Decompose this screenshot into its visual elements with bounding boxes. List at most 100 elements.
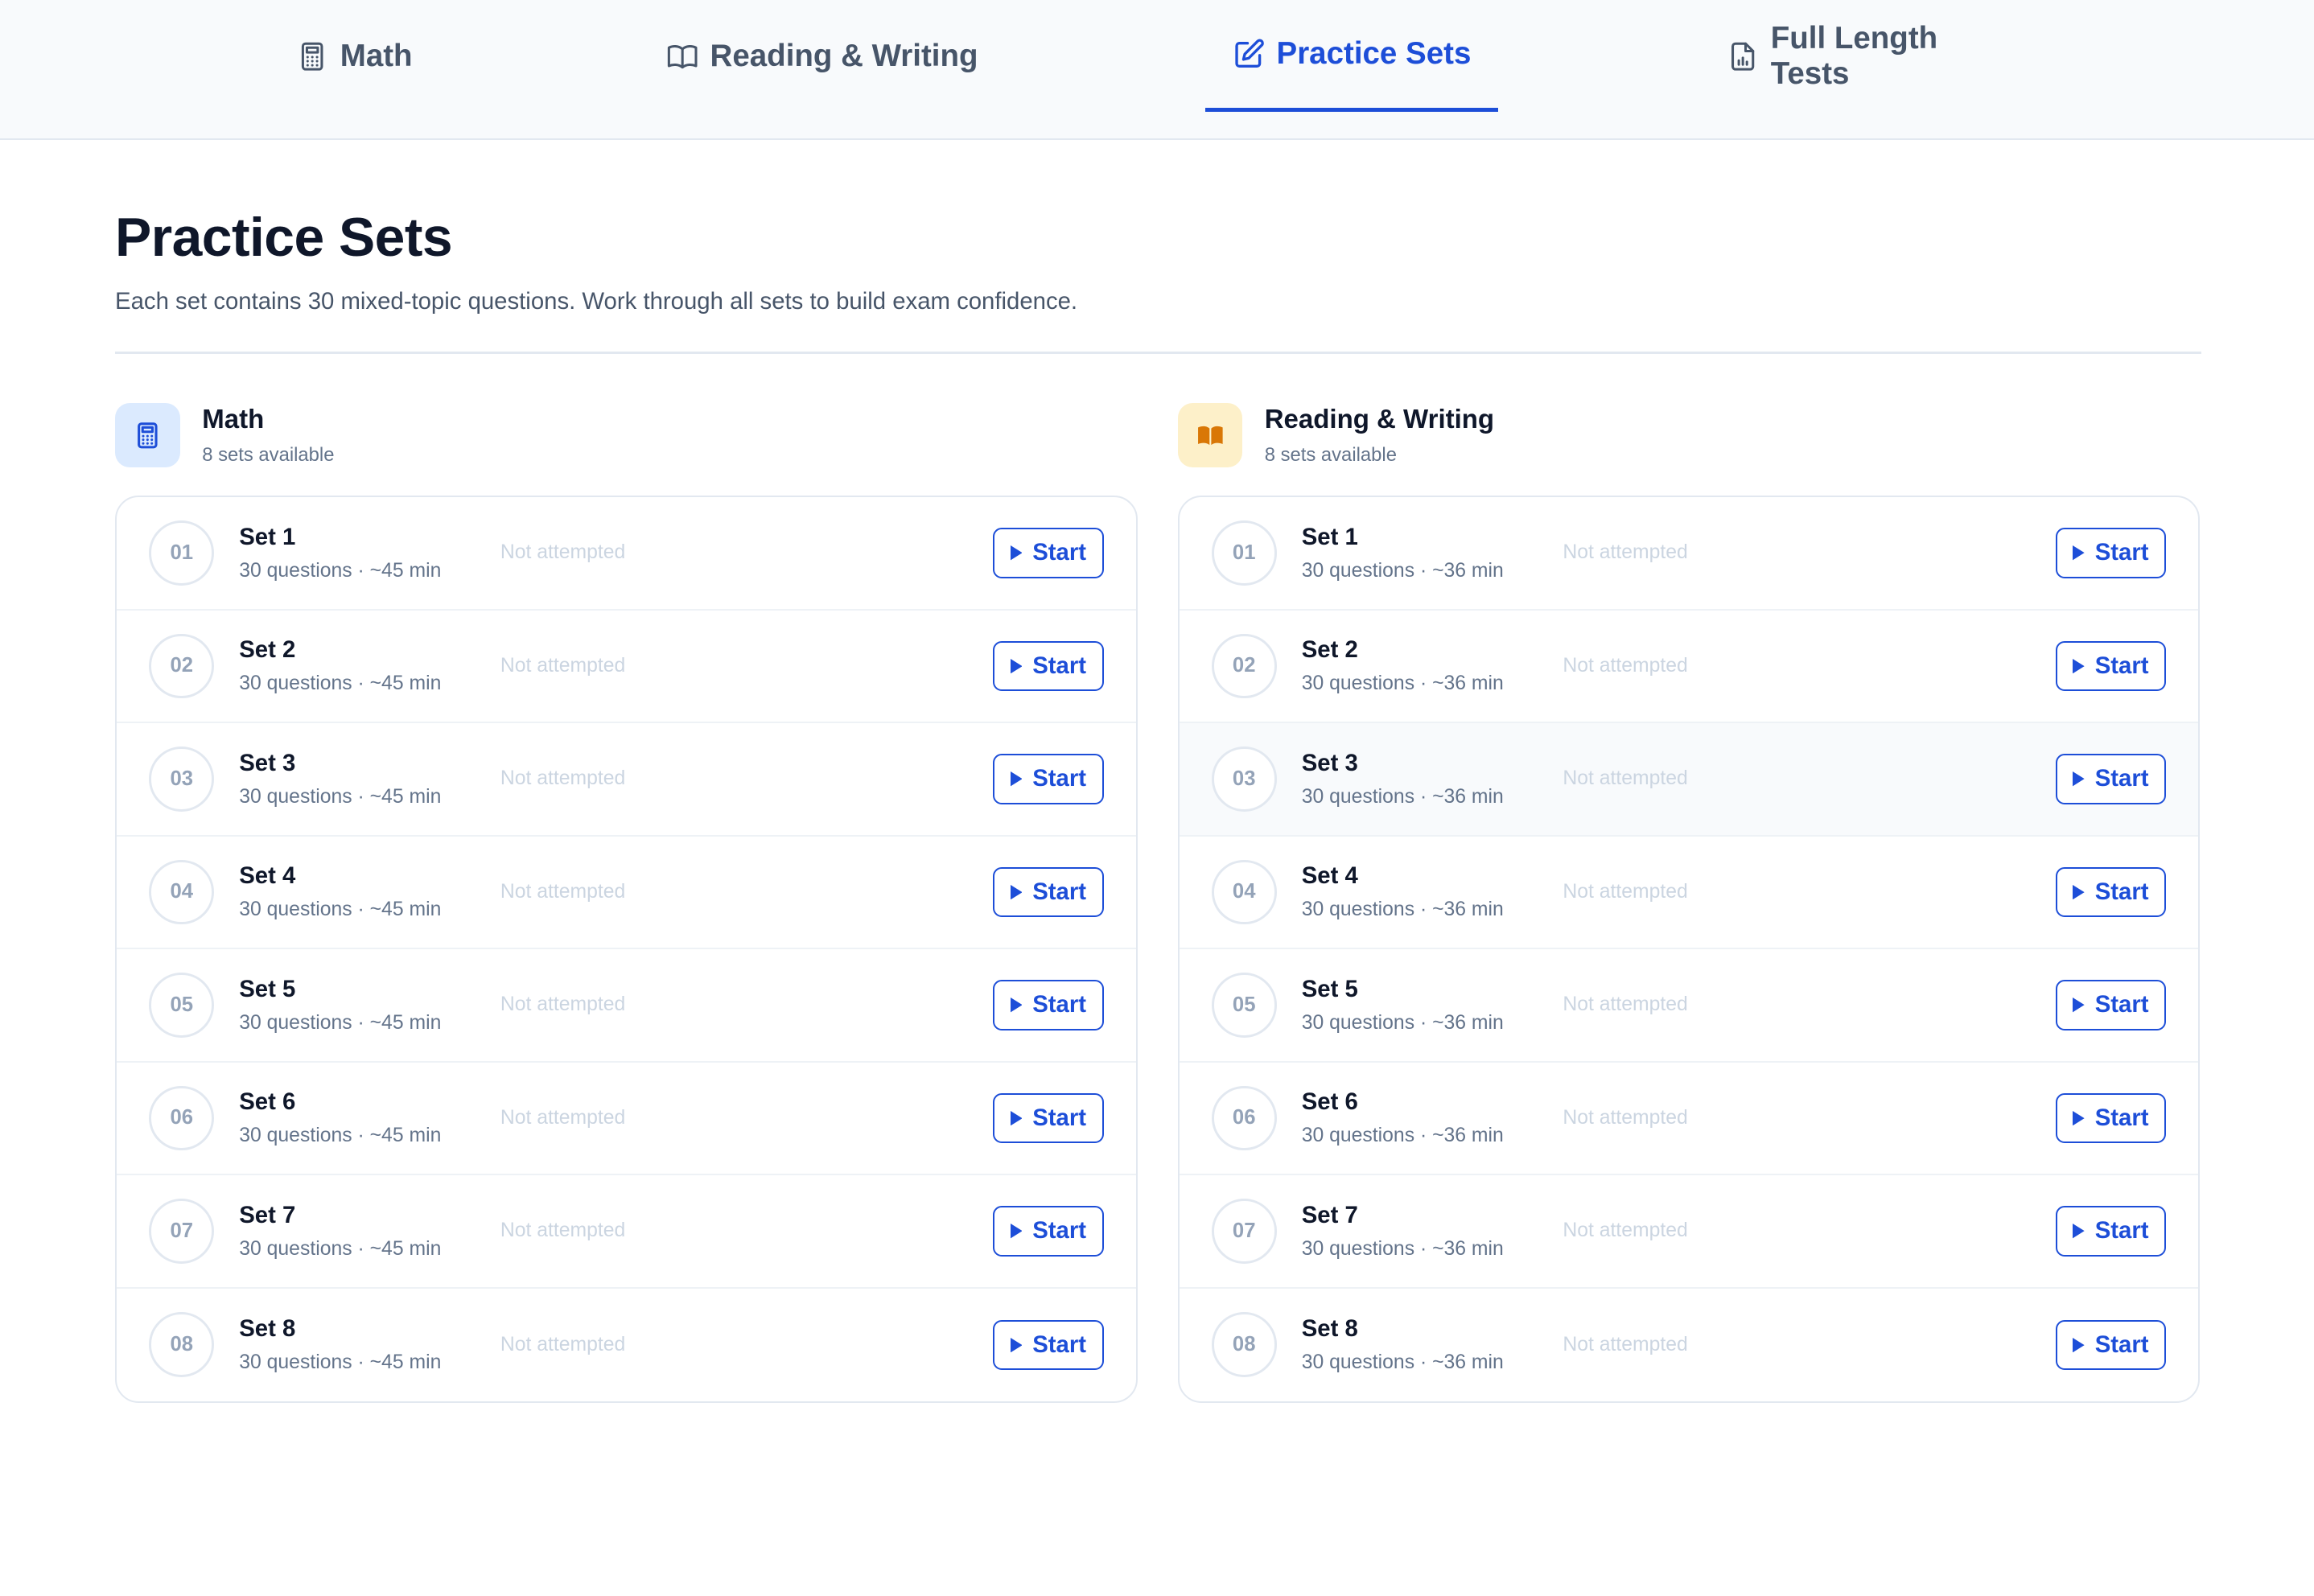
set-row: 01 Set 1 30 questions · ~36 min Not attempt…	[1179, 497, 2199, 611]
set-row: 07 Set 7 30 questions · ~45 min Not attempt…	[117, 1175, 1136, 1289]
math-section-icon-badge	[115, 402, 180, 468]
play-icon	[1010, 1110, 1023, 1126]
tab-reading-writing[interactable]: Reading & Writing	[665, 0, 978, 112]
section-count: 8 sets available	[1264, 444, 1397, 467]
start-button[interactable]: Start	[993, 1319, 1104, 1370]
tab-practice-sets-label: Practice Sets	[1276, 36, 1472, 72]
math-section: Math 8 sets available 01 Set 1 30 question…	[115, 401, 1138, 1404]
start-button-label: Start	[1032, 1104, 1087, 1131]
set-row: 05 Set 5 30 questions · ~45 min Not attempt…	[117, 949, 1136, 1063]
set-name: Set 4	[1301, 862, 1358, 890]
set-name: Set 6	[239, 1088, 296, 1116]
start-button[interactable]: Start	[2055, 1319, 2167, 1370]
set-status: Not attempted	[500, 767, 626, 790]
set-status: Not attempted	[500, 1333, 626, 1355]
start-button[interactable]: Start	[2055, 866, 2167, 918]
play-icon	[2073, 884, 2085, 900]
tab-full-length-tests[interactable]: Full Length Tests	[1727, 0, 2024, 112]
sets-list: 01 Set 1 30 questions · ~45 min Not attempt…	[115, 496, 1138, 1404]
start-button[interactable]: Start	[2055, 1092, 2167, 1144]
set-info: Set 8 30 questions · ~36 min	[1302, 1315, 1563, 1374]
set-name: Set 1	[239, 523, 296, 550]
set-row: 04 Set 4 30 questions · ~45 min Not attempt…	[117, 837, 1136, 950]
reading-writing-section-icon-badge	[1177, 402, 1243, 468]
play-icon	[1010, 1337, 1023, 1352]
set-name: Set 3	[1301, 749, 1358, 776]
set-status: Not attempted	[500, 654, 626, 677]
set-number-badge: 04	[149, 859, 215, 925]
set-meta: 30 questions · ~36 min	[1301, 1237, 1504, 1260]
start-button-label: Start	[2094, 652, 2149, 679]
tab-reading-writing-label: Reading & Writing	[710, 38, 978, 73]
set-row: 03 Set 3 30 questions · ~36 min Not attempt…	[1179, 723, 2199, 837]
reading-writing-section: Reading & Writing 8 sets available 01 Set…	[1177, 401, 2201, 1404]
play-icon	[2073, 1224, 2085, 1239]
play-icon	[2073, 771, 2085, 787]
set-row: 02 Set 2 30 questions · ~36 min Not attempt…	[1179, 611, 2199, 724]
set-name: Set 2	[1301, 636, 1358, 664]
start-button[interactable]: Start	[2055, 528, 2167, 578]
set-name: Set 1	[1301, 523, 1358, 550]
set-name: Set 8	[1301, 1315, 1358, 1343]
tab-math[interactable]: Math	[295, 0, 414, 112]
start-button[interactable]: Start	[993, 1206, 1104, 1257]
set-meta: 30 questions · ~36 min	[1301, 899, 1504, 921]
set-status: Not attempted	[1563, 993, 1688, 1016]
start-button-label: Start	[2094, 539, 2149, 566]
set-meta: 30 questions · ~45 min	[239, 1351, 442, 1374]
start-button[interactable]: Start	[993, 640, 1104, 692]
start-button-label: Start	[2094, 765, 2149, 792]
set-status: Not attempted	[500, 541, 626, 564]
play-icon	[1010, 998, 1023, 1013]
set-status: Not attempted	[1563, 541, 1688, 564]
start-button[interactable]: Start	[2055, 1206, 2167, 1257]
set-status: Not attempted	[500, 880, 626, 903]
start-button[interactable]: Start	[993, 754, 1104, 804]
set-meta: 30 questions · ~45 min	[239, 899, 442, 921]
set-info: Set 7 30 questions · ~45 min	[239, 1202, 500, 1261]
play-icon	[2073, 545, 2085, 561]
start-button[interactable]: Start	[993, 866, 1104, 918]
set-number-badge: 03	[149, 747, 215, 812]
set-info: Set 5 30 questions · ~36 min	[1302, 976, 1563, 1035]
start-button[interactable]: Start	[2055, 754, 2167, 804]
set-row: 08 Set 8 30 questions · ~45 min Not attempt…	[117, 1289, 1136, 1401]
start-button[interactable]: Start	[2055, 980, 2167, 1030]
start-button-label: Start	[1032, 652, 1087, 679]
set-name: Set 5	[239, 975, 296, 1002]
set-number-badge: 07	[149, 1199, 215, 1264]
set-meta: 30 questions · ~45 min	[239, 673, 442, 695]
play-icon	[2073, 1110, 2085, 1126]
start-button[interactable]: Start	[993, 1092, 1104, 1144]
set-status: Not attempted	[1563, 1106, 1688, 1129]
section-heading: Math 8 sets available	[202, 404, 334, 467]
set-info: Set 6 30 questions · ~45 min	[239, 1088, 500, 1147]
set-row: 03 Set 3 30 questions · ~45 min Not attempt…	[117, 723, 1136, 837]
start-button[interactable]: Start	[993, 528, 1104, 578]
set-number-badge: 02	[1211, 633, 1277, 699]
document-chart-icon	[1731, 42, 1755, 71]
set-name: Set 5	[1301, 975, 1358, 1002]
set-info: Set 2 30 questions · ~45 min	[239, 636, 500, 695]
play-icon	[2073, 1337, 2085, 1352]
set-meta: 30 questions · ~45 min	[239, 559, 442, 582]
set-meta: 30 questions · ~45 min	[239, 1125, 442, 1147]
set-name: Set 7	[1301, 1201, 1358, 1228]
set-row: 06 Set 6 30 questions · ~45 min Not attempt…	[117, 1063, 1136, 1176]
set-status: Not attempted	[500, 1220, 626, 1242]
play-icon	[2073, 998, 2085, 1013]
start-button[interactable]: Start	[993, 980, 1104, 1030]
section-title: Reading & Writing	[1264, 403, 1495, 434]
tab-practice-sets[interactable]: Practice Sets	[1205, 0, 1498, 113]
start-button[interactable]: Start	[2055, 640, 2167, 692]
set-number-badge: 01	[1211, 520, 1277, 586]
set-number-badge: 05	[149, 973, 215, 1038]
play-icon	[1010, 545, 1023, 561]
set-info: Set 2 30 questions · ~36 min	[1302, 636, 1563, 695]
set-info: Set 8 30 questions · ~45 min	[239, 1315, 500, 1374]
set-info: Set 4 30 questions · ~45 min	[239, 862, 500, 921]
set-name: Set 2	[239, 636, 296, 664]
set-row: 01 Set 1 30 questions · ~45 min Not attempt…	[117, 497, 1136, 611]
set-row: 02 Set 2 30 questions · ~45 min Not attempt…	[117, 611, 1136, 724]
set-status: Not attempted	[1563, 654, 1688, 677]
